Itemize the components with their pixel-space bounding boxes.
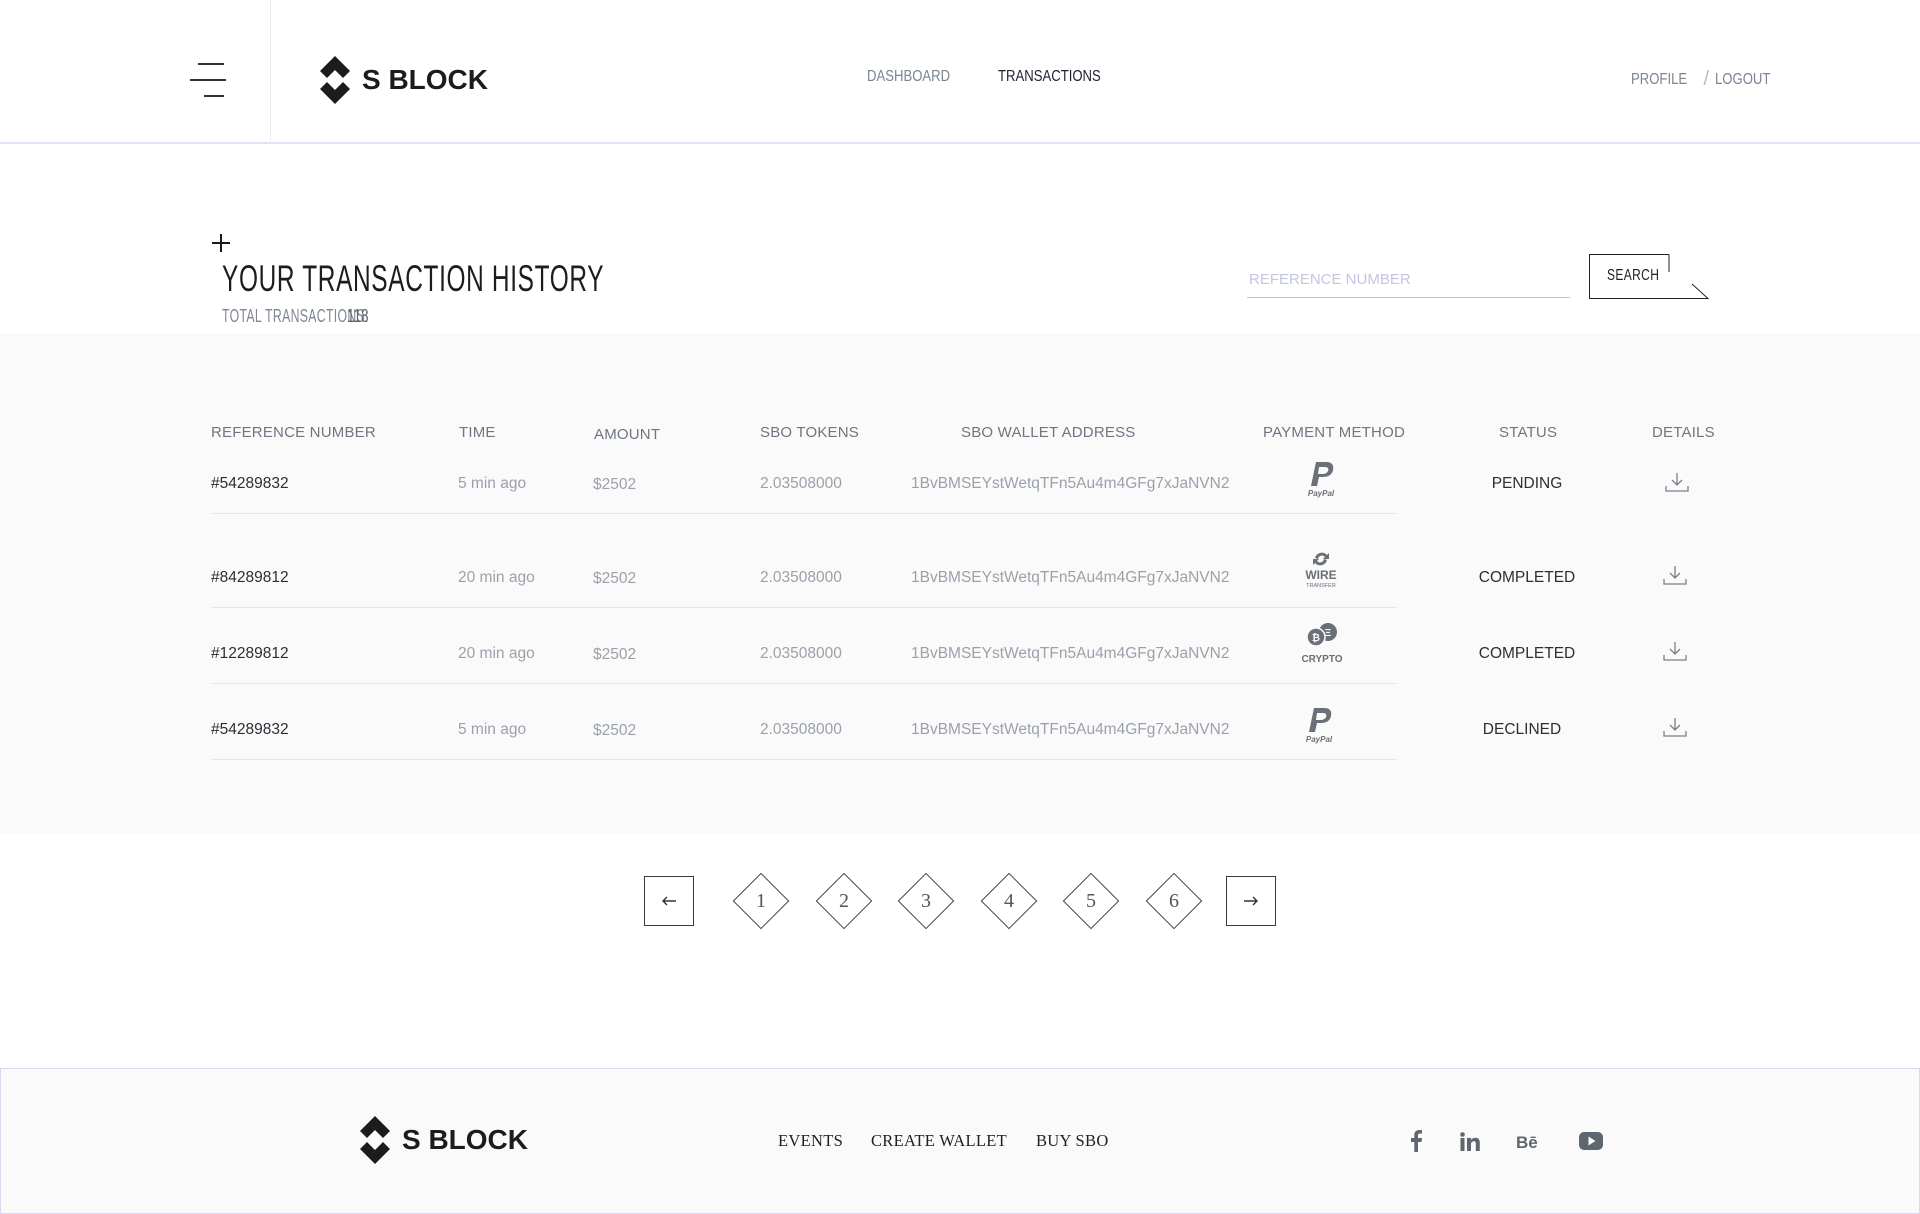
brand-name: S BLOCK — [362, 64, 488, 95]
svg-text:TRANSFER: TRANSFER — [1306, 583, 1336, 589]
search-button[interactable]: SEARCH — [1589, 254, 1709, 300]
row-reference: #54289832 — [211, 475, 289, 492]
row-amount: $2502 — [593, 722, 637, 739]
reference-number-search-input[interactable] — [1247, 262, 1570, 298]
youtube-icon[interactable] — [1576, 1128, 1606, 1154]
menu-cell — [0, 0, 271, 144]
row-wallet-address: 1BvBMSEYstWetqTFn5Au4m4GFg7xJaNVN2 — [911, 645, 1230, 662]
row-status: COMPLETED — [1478, 569, 1576, 586]
paypal-icon: PayPal — [1306, 708, 1333, 744]
row-amount: $2502 — [593, 646, 637, 663]
column-header-wallet-address: SBO WALLET ADDRESS — [961, 424, 1136, 441]
page-button-5[interactable]: 5 — [1062, 872, 1120, 930]
user-links: PROFILE / LOGOUT — [1631, 68, 1783, 91]
row-wallet-address: 1BvBMSEYstWetqTFn5Au4m4GFg7xJaNVN2 — [911, 721, 1230, 738]
nav-dashboard[interactable]: DASHBOARD — [867, 68, 950, 86]
hamburger-menu-icon[interactable] — [190, 63, 226, 97]
row-sbo-tokens: 2.03508000 — [760, 645, 842, 662]
logout-link[interactable]: LOGOUT — [1715, 71, 1770, 89]
row-sbo-tokens: 2.03508000 — [760, 475, 842, 492]
footer-link-create-wallet[interactable]: CREATE WALLET — [871, 1131, 1007, 1151]
wire-transfer-icon: WIRE TRANSFER — [1305, 552, 1337, 589]
row-divider — [211, 759, 1397, 760]
page-button-6[interactable]: 6 — [1145, 872, 1203, 930]
row-amount: $2502 — [593, 476, 637, 493]
footer-link-events[interactable]: EVENTS — [778, 1131, 843, 1151]
page-button-2[interactable]: 2 — [815, 872, 873, 930]
page-button-1[interactable]: 1 — [732, 872, 790, 930]
footer-logo[interactable]: S BLOCK — [356, 1114, 528, 1166]
download-icon[interactable] — [1662, 640, 1688, 662]
row-reference: #84289812 — [211, 569, 289, 586]
arrow-left-icon — [662, 896, 676, 906]
total-transactions-count: 118 — [347, 306, 369, 326]
search-button-label: SEARCH — [1607, 267, 1660, 284]
footer-brand-name: S BLOCK — [402, 1124, 528, 1155]
row-reference: #54289832 — [211, 721, 289, 738]
plus-icon — [212, 234, 230, 252]
row-reference: #12289812 — [211, 645, 289, 662]
user-links-separator: / — [1703, 68, 1710, 90]
row-sbo-tokens: 2.03508000 — [760, 721, 842, 738]
row-status: COMPLETED — [1478, 645, 1576, 662]
svg-text:WIRE: WIRE — [1305, 568, 1336, 582]
row-divider — [211, 683, 1397, 684]
column-header-amount: AMOUNT — [594, 426, 661, 443]
row-time: 5 min ago — [458, 721, 527, 738]
svg-text:Ξ: Ξ — [1325, 628, 1332, 639]
column-header-payment-method: PAYMENT METHOD — [1263, 424, 1405, 441]
page-title: YOUR TRANSACTION HISTORY — [222, 258, 605, 299]
row-status: PENDING — [1491, 475, 1563, 492]
row-amount: $2502 — [593, 570, 637, 587]
svg-text:Bē: Bē — [1516, 1133, 1538, 1150]
total-transactions: TOTAL TRANSACTIONS: 118 — [222, 306, 376, 327]
page-button-4[interactable]: 4 — [980, 872, 1038, 930]
row-time: 5 min ago — [458, 475, 527, 492]
main-nav: DASHBOARD TRANSACTIONS — [867, 68, 1124, 86]
column-header-reference: REFERENCE NUMBER — [211, 424, 376, 441]
next-page-button[interactable] — [1226, 876, 1276, 926]
svg-text:PayPal: PayPal — [1306, 735, 1333, 744]
svg-text:PayPal: PayPal — [1308, 489, 1335, 498]
row-time: 20 min ago — [458, 645, 535, 662]
download-icon[interactable] — [1662, 564, 1688, 586]
svg-text:₿: ₿ — [1312, 632, 1320, 644]
svg-text:CRYPTO: CRYPTO — [1301, 654, 1342, 665]
paypal-icon: PayPal — [1308, 462, 1335, 498]
crypto-icon: Ξ ₿ CRYPTO — [1301, 623, 1343, 665]
column-header-status: STATUS — [1499, 424, 1558, 441]
prev-page-button[interactable] — [644, 876, 694, 926]
row-time: 20 min ago — [458, 569, 535, 586]
row-status: DECLINED — [1482, 721, 1562, 738]
facebook-icon[interactable] — [1401, 1128, 1431, 1154]
total-transactions-label: TOTAL TRANSACTIONS: — [222, 306, 369, 326]
download-icon[interactable] — [1662, 716, 1688, 738]
header-logo[interactable]: S BLOCK — [316, 54, 488, 106]
download-icon[interactable] — [1664, 471, 1690, 493]
column-header-details: DETAILS — [1652, 424, 1715, 441]
nav-transactions[interactable]: TRANSACTIONS — [998, 68, 1101, 86]
column-header-time: TIME — [459, 424, 496, 441]
row-wallet-address: 1BvBMSEYstWetqTFn5Au4m4GFg7xJaNVN2 — [911, 569, 1230, 586]
page-button-3[interactable]: 3 — [897, 872, 955, 930]
row-wallet-address: 1BvBMSEYstWetqTFn5Au4m4GFg7xJaNVN2 — [911, 475, 1230, 492]
linkedin-icon[interactable] — [1455, 1128, 1485, 1154]
footer-link-buy-sbo[interactable]: BUY SBO — [1036, 1131, 1109, 1151]
row-divider — [211, 513, 1397, 514]
behance-icon[interactable]: Bē — [1514, 1128, 1544, 1154]
s-block-logo-icon — [360, 1116, 390, 1164]
row-sbo-tokens: 2.03508000 — [760, 569, 842, 586]
column-header-sbo-tokens: SBO TOKENS — [760, 424, 859, 441]
row-divider — [211, 607, 1397, 608]
arrow-right-icon — [1244, 896, 1258, 906]
profile-link[interactable]: PROFILE — [1631, 71, 1687, 89]
s-block-logo-icon — [320, 56, 350, 104]
